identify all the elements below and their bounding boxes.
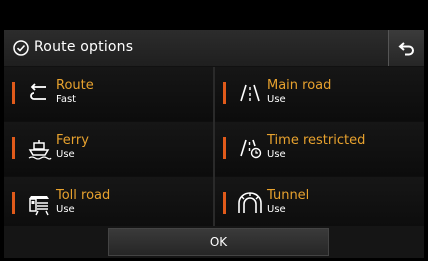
option-value: Use — [267, 204, 286, 215]
time-restricted-road-icon — [240, 139, 262, 159]
accent-bar — [12, 192, 15, 214]
option-value: Use — [267, 94, 286, 105]
accent-bar — [12, 137, 15, 159]
header-bar: Route options — [4, 30, 424, 67]
route-icon — [30, 83, 46, 100]
option-time-restricted[interactable]: Time restricted Use — [215, 122, 424, 176]
option-tunnel[interactable]: Tunnel Use — [215, 177, 424, 231]
option-label: Toll road — [56, 188, 111, 203]
option-value: Fast — [56, 94, 77, 105]
option-ferry[interactable]: Ferry Use — [4, 122, 213, 176]
toll-road-icon — [29, 196, 49, 216]
accent-bar — [223, 82, 226, 104]
ferry-icon — [28, 140, 52, 160]
option-value: Use — [267, 149, 286, 160]
option-value: Use — [56, 149, 75, 160]
main-road-icon — [240, 84, 260, 102]
back-arrow-icon — [398, 42, 414, 56]
option-label: Ferry — [56, 133, 89, 148]
accent-bar — [12, 82, 15, 104]
options-grid: Route Fast Main road Use Ferry Use Time … — [4, 67, 424, 232]
ok-button[interactable]: OK — [108, 228, 329, 256]
option-label: Route — [56, 78, 94, 93]
option-route[interactable]: Route Fast — [4, 67, 213, 121]
option-label: Main road — [267, 78, 332, 93]
option-main-road[interactable]: Main road Use — [215, 67, 424, 121]
accent-bar — [223, 192, 226, 214]
page-title: Route options — [34, 39, 134, 55]
back-button[interactable] — [388, 30, 424, 66]
option-label: Tunnel — [267, 188, 310, 203]
option-toll-road[interactable]: Toll road Use — [4, 177, 213, 231]
option-label: Time restricted — [267, 133, 366, 148]
accent-bar — [223, 137, 226, 159]
footer-bar: OK — [4, 226, 424, 258]
option-value: Use — [56, 204, 75, 215]
check-circle-icon — [13, 40, 29, 56]
route-options-screen: Route options Route Fast Main road Use F… — [4, 30, 424, 258]
tunnel-icon — [238, 192, 262, 213]
